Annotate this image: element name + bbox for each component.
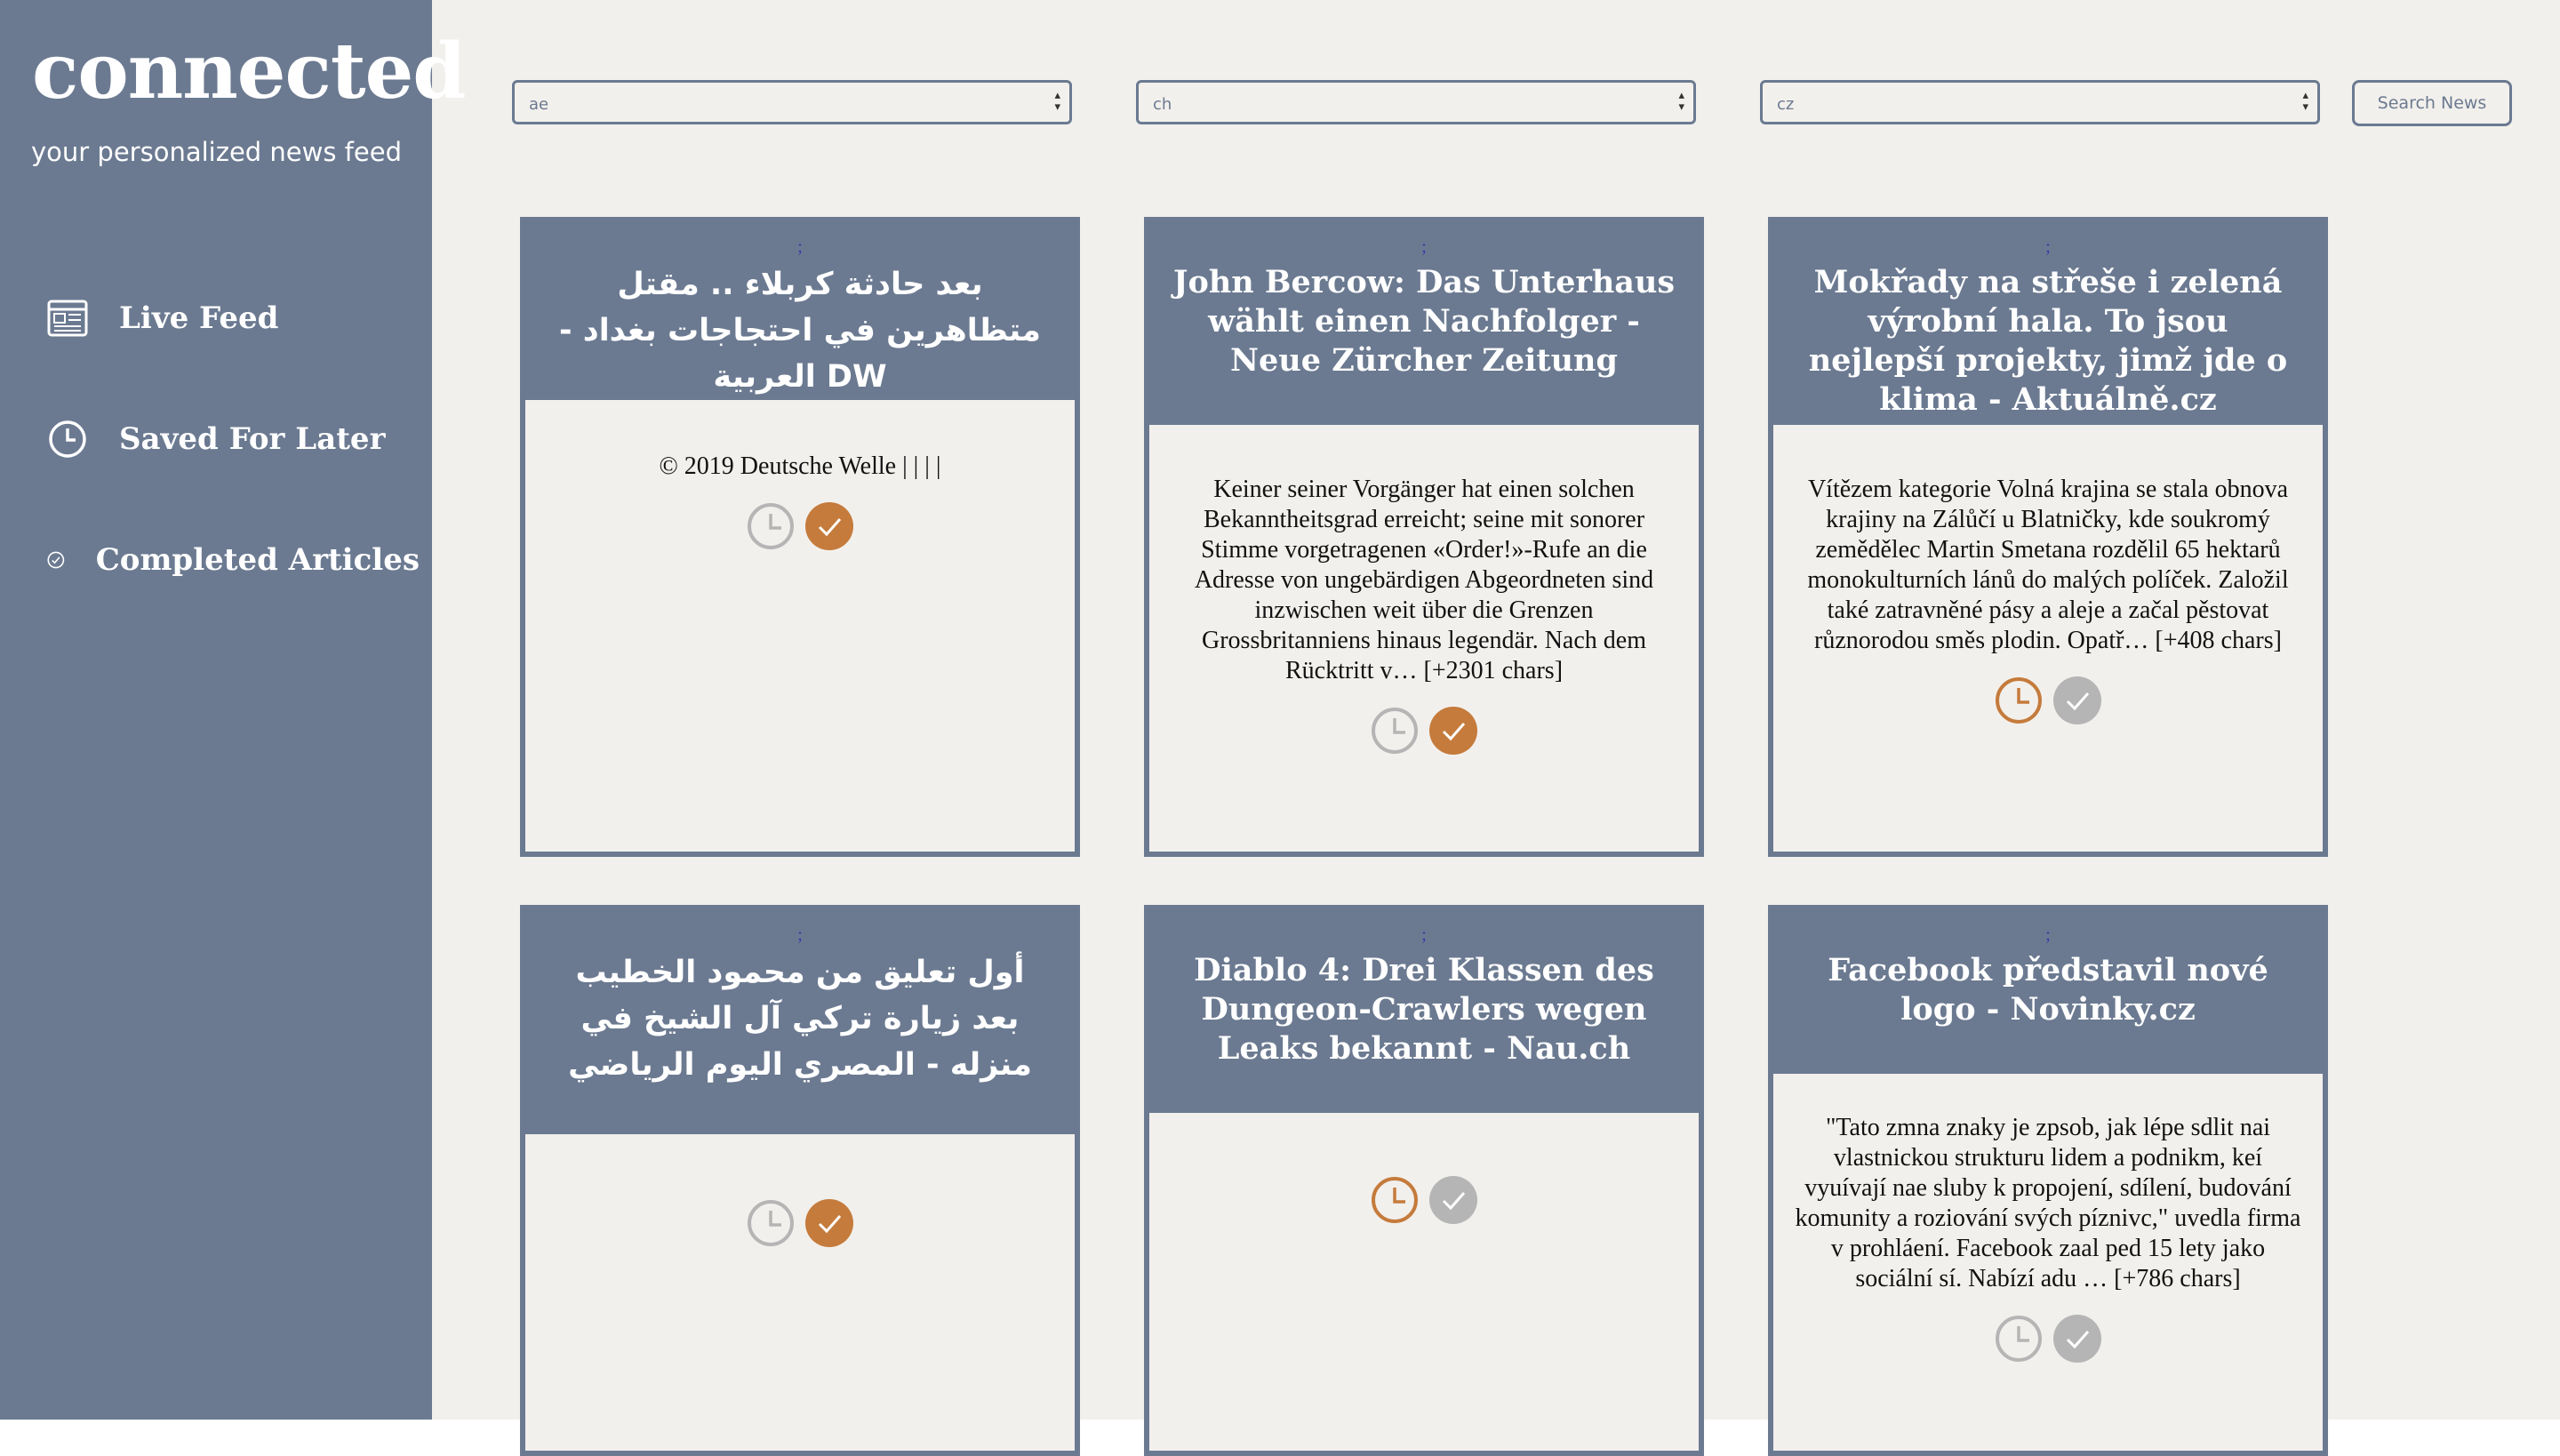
article-title[interactable]: Facebook představil nové logo - Novinky.… [1796,905,2300,1029]
check-circle-icon [47,551,65,569]
country-select-3[interactable]: cz ▴ ▾ [1760,80,2320,124]
sidebar-item-label: Saved For Later [119,421,386,457]
card-body [525,1134,1075,1248]
article-description: © 2019 Deutsche Welle | | | | [659,452,941,480]
card-body [1149,1113,1699,1225]
clock-icon [49,420,86,458]
article-card: ; Facebook představil nové logo - Novink… [1768,905,2328,1456]
save-later-icon[interactable] [1994,676,2044,725]
card-header: ; Mokřady na střeše i zelená výrobní hal… [1773,217,2323,425]
save-later-icon[interactable] [1370,1175,1420,1225]
sidebar-item-live-feed[interactable]: Live Feed [46,292,420,345]
sidebar-item-label: Completed Articles [95,542,420,578]
sidebar-item-saved[interactable]: Saved For Later [46,412,420,466]
article-card: ; أول تعليق من محمود الخطيب بعد زيارة تر… [520,905,1080,1456]
article-card: ; بعد حادثة كربلاء .. مقتل متظاهرين في ا… [520,217,1080,857]
sidebar: connected your personalized news feed Li… [0,0,466,1420]
article-actions [547,1198,1053,1248]
card-body: Keiner seiner Vorgänger hat einen solche… [1149,425,1699,756]
save-later-icon[interactable] [746,501,796,551]
save-later-icon[interactable] [746,1198,796,1248]
card-body: Vítězem kategorie Volná krajina se stala… [1773,425,2323,725]
article-card: ; Diablo 4: Drei Klassen des Dungeon-Cra… [1144,905,1704,1456]
card-body: © 2019 Deutsche Welle | | | | [525,400,1075,551]
article-description: Keiner seiner Vorgänger hat einen solche… [1194,476,1654,684]
search-news-button[interactable]: Search News [2352,80,2512,126]
newspaper-icon [47,300,88,337]
article-actions [1171,706,1677,756]
article-description: "Tato zmna znaky je zpsob, jak lépe sdli… [1795,1114,2301,1292]
article-card: ; John Bercow: Das Unterhaus wählt einen… [1144,217,1704,857]
article-card: ; Mokřady na střeše i zelená výrobní hal… [1768,217,2328,857]
mark-complete-icon[interactable] [804,1198,854,1248]
select-arrows-icon: ▴ ▾ [1054,89,1060,114]
card-header: ; John Bercow: Das Unterhaus wählt einen… [1149,217,1699,425]
article-description: Vítězem kategorie Volná krajina se stala… [1807,476,2289,654]
card-header: ; Facebook představil nové logo - Novink… [1773,905,2323,1074]
select-arrows-icon: ▴ ▾ [1678,89,1684,114]
card-header: ; أول تعليق من محمود الخطيب بعد زيارة تر… [525,905,1075,1134]
mark-complete-icon[interactable] [2052,676,2102,725]
article-actions [1795,1314,2301,1364]
app-logo: connected [32,27,466,116]
app-tagline: your personalized news feed [31,137,402,167]
save-later-icon[interactable] [1370,706,1420,756]
article-actions [547,501,1053,551]
article-actions [1795,676,2301,725]
card-body: "Tato zmna znaky je zpsob, jak lépe sdli… [1773,1074,2323,1364]
country-select-1[interactable]: ae ▴ ▾ [512,80,1072,124]
mark-complete-icon[interactable] [804,501,854,551]
card-header: ; بعد حادثة كربلاء .. مقتل متظاهرين في ا… [525,217,1075,400]
sidebar-item-label: Live Feed [119,300,279,336]
select-arrows-icon: ▴ ▾ [2302,89,2308,114]
save-later-icon[interactable] [1994,1314,2044,1364]
mark-complete-icon[interactable] [1428,1175,1478,1225]
mark-complete-icon[interactable] [1428,706,1478,756]
card-header: ; Diablo 4: Drei Klassen des Dungeon-Cra… [1149,905,1699,1113]
sidebar-item-completed[interactable]: Completed Articles [46,533,420,587]
article-actions [1171,1175,1677,1225]
country-select-2[interactable]: ch ▴ ▾ [1136,80,1696,124]
mark-complete-icon[interactable] [2052,1314,2102,1364]
